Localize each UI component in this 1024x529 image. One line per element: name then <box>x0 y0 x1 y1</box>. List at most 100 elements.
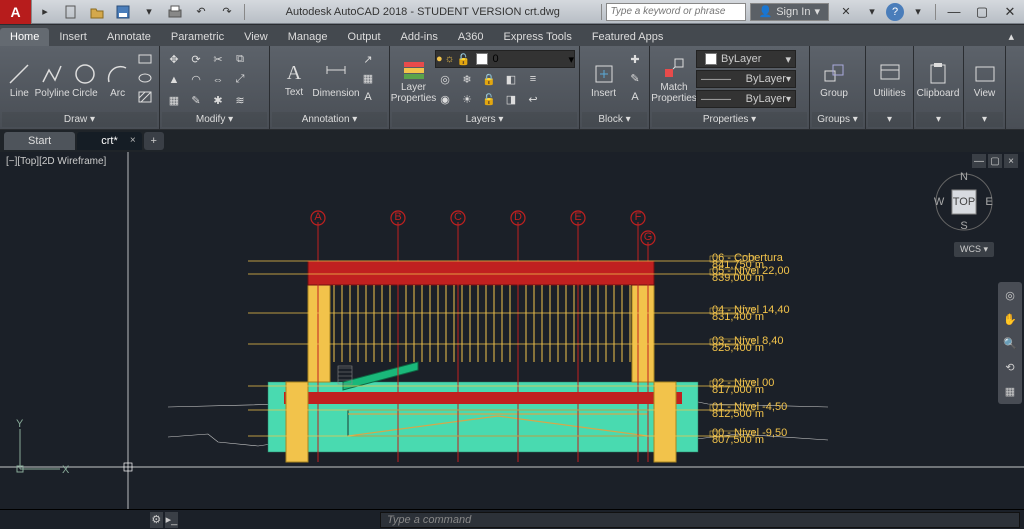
zoom-extents-icon[interactable]: 🔍 <box>1001 334 1019 352</box>
command-prompt-icon[interactable]: ▸_ <box>165 512 178 528</box>
viewport-close-icon[interactable]: × <box>1004 154 1018 168</box>
view-button[interactable]: View <box>968 50 1001 110</box>
tab-parametric[interactable]: Parametric <box>161 28 234 46</box>
groups-panel-label[interactable]: Groups ▾ <box>812 112 863 127</box>
dimension-button[interactable]: Dimension <box>316 50 356 110</box>
exchange-icon[interactable]: ✕ <box>834 2 858 22</box>
utilities-panel-label[interactable]: ▾ <box>868 112 911 127</box>
close-button[interactable]: ✕ <box>996 2 1024 22</box>
layers-panel-label[interactable]: Layers ▾ <box>392 112 577 127</box>
layer-prev-icon[interactable]: ↩ <box>523 90 543 108</box>
draw-panel-label[interactable]: Draw ▾ <box>2 112 157 127</box>
signin-button[interactable]: 👤Sign In▾ <box>750 3 829 21</box>
minimize-button[interactable]: — <box>940 2 968 22</box>
mtext-icon[interactable]: A <box>358 88 378 106</box>
doc-tab-start[interactable]: Start <box>4 132 75 150</box>
maximize-button[interactable]: ▢ <box>968 2 996 22</box>
properties-panel-label[interactable]: Properties ▾ <box>652 112 807 127</box>
viewcube[interactable]: TOP N S E W <box>934 172 994 232</box>
text-button[interactable]: AText <box>274 50 314 110</box>
explode-icon[interactable]: ✱ <box>208 91 228 109</box>
erase-icon[interactable]: ✎ <box>186 91 206 109</box>
rectangle-icon[interactable] <box>135 50 155 68</box>
copy-icon[interactable]: ⧉ <box>230 50 250 68</box>
block-attr-icon[interactable]: A <box>625 88 645 106</box>
utilities-button[interactable]: Utilities <box>870 50 909 110</box>
app-logo[interactable]: A <box>0 0 32 24</box>
save-icon[interactable] <box>111 2 135 22</box>
layer-unlock-icon[interactable]: 🔓 <box>479 90 499 108</box>
tab-annotate[interactable]: Annotate <box>97 28 161 46</box>
line-button[interactable]: Line <box>4 50 35 110</box>
annotation-panel-label[interactable]: Annotation ▾ <box>272 112 387 127</box>
modify-panel-label[interactable]: Modify ▾ <box>162 112 267 127</box>
new-doc-tab-icon[interactable]: + <box>144 132 164 150</box>
layer-thaw-icon[interactable]: ☀ <box>457 90 477 108</box>
block-create-icon[interactable]: ✚ <box>625 50 645 68</box>
layer-on-icon[interactable]: ◉ <box>435 90 455 108</box>
hatch-icon[interactable] <box>135 88 155 106</box>
orbit-icon[interactable]: ⟲ <box>1001 358 1019 376</box>
tab-view[interactable]: View <box>234 28 278 46</box>
scale-icon[interactable]: ⤢ <box>230 71 250 89</box>
steering-wheel-icon[interactable]: ◎ <box>1001 286 1019 304</box>
table-icon[interactable]: ▦ <box>358 69 378 87</box>
leader-icon[interactable]: ↗ <box>358 50 378 68</box>
layer-selector[interactable]: ●☼🔓0▾ <box>435 50 575 68</box>
close-tab-icon[interactable]: × <box>130 135 136 146</box>
ribbon-expand-icon[interactable]: ▴ <box>998 27 1024 46</box>
block-insert-button[interactable]: Insert <box>584 50 623 110</box>
layer-off-icon[interactable]: ◎ <box>435 70 455 88</box>
redo-icon[interactable]: ↷ <box>215 2 239 22</box>
drawing-viewport[interactable]: [−][Top][2D Wireframe] — ▢ × ABCDEFG <box>0 152 1024 509</box>
pan-icon[interactable]: ✋ <box>1001 310 1019 328</box>
clipboard-panel-label[interactable]: ▾ <box>916 112 961 127</box>
viewport-maximize-icon[interactable]: ▢ <box>988 154 1002 168</box>
tab-insert[interactable]: Insert <box>49 28 97 46</box>
circle-button[interactable]: Circle <box>70 50 101 110</box>
tab-output[interactable]: Output <box>338 28 391 46</box>
new-file-icon[interactable] <box>59 2 83 22</box>
layer-uniso-icon[interactable]: ◨ <box>501 90 521 108</box>
qat-new-icon[interactable]: ▸ <box>33 2 57 22</box>
trim-icon[interactable]: ✂ <box>208 50 228 68</box>
mirror-icon[interactable]: ▲ <box>164 71 184 89</box>
help-menu-icon[interactable]: ▾ <box>906 2 930 22</box>
view-panel-label[interactable]: ▾ <box>966 112 1003 127</box>
group-button[interactable]: Group <box>814 50 854 110</box>
linetype-selector[interactable]: ———ByLayer ▾ <box>696 90 796 108</box>
wcs-button[interactable]: WCS ▾ <box>954 242 994 257</box>
help-icon[interactable]: ? <box>886 3 904 21</box>
open-file-icon[interactable] <box>85 2 109 22</box>
tab-manage[interactable]: Manage <box>278 28 338 46</box>
offset-icon[interactable]: ≋ <box>230 91 250 109</box>
tab-featured[interactable]: Featured Apps <box>582 28 674 46</box>
search-input[interactable] <box>606 3 746 21</box>
undo-icon[interactable]: ↶ <box>189 2 213 22</box>
viewport-minimize-icon[interactable]: — <box>972 154 986 168</box>
array-icon[interactable]: ▦ <box>164 91 184 109</box>
ellipse-icon[interactable] <box>135 69 155 87</box>
layer-freeze-icon[interactable]: ❄ <box>457 70 477 88</box>
block-edit-icon[interactable]: ✎ <box>625 69 645 87</box>
command-input[interactable]: Type a command <box>380 512 1020 528</box>
move-icon[interactable]: ✥ <box>164 50 184 68</box>
lineweight-selector[interactable]: ———ByLayer ▾ <box>696 70 796 88</box>
fillet-icon[interactable]: ◠ <box>186 71 206 89</box>
showmotion-icon[interactable]: ▦ <box>1001 382 1019 400</box>
polyline-button[interactable]: Polyline <box>37 50 68 110</box>
match-properties-button[interactable]: Match Properties <box>654 50 694 110</box>
block-panel-label[interactable]: Block ▾ <box>582 112 647 127</box>
tab-express[interactable]: Express Tools <box>494 28 582 46</box>
arc-button[interactable]: Arc <box>102 50 133 110</box>
command-customize-icon[interactable]: ⚙ <box>150 512 163 528</box>
viewport-label[interactable]: [−][Top][2D Wireframe] <box>6 156 106 167</box>
tab-addins[interactable]: Add-ins <box>391 28 448 46</box>
layer-lock-icon[interactable]: 🔒 <box>479 70 499 88</box>
plot-icon[interactable] <box>163 2 187 22</box>
doc-tab-file[interactable]: crt*× <box>77 132 142 150</box>
color-selector[interactable]: ByLayer▾ <box>696 50 796 68</box>
tab-a360[interactable]: A360 <box>448 28 494 46</box>
layer-iso-icon[interactable]: ◧ <box>501 70 521 88</box>
tab-home[interactable]: Home <box>0 28 49 46</box>
